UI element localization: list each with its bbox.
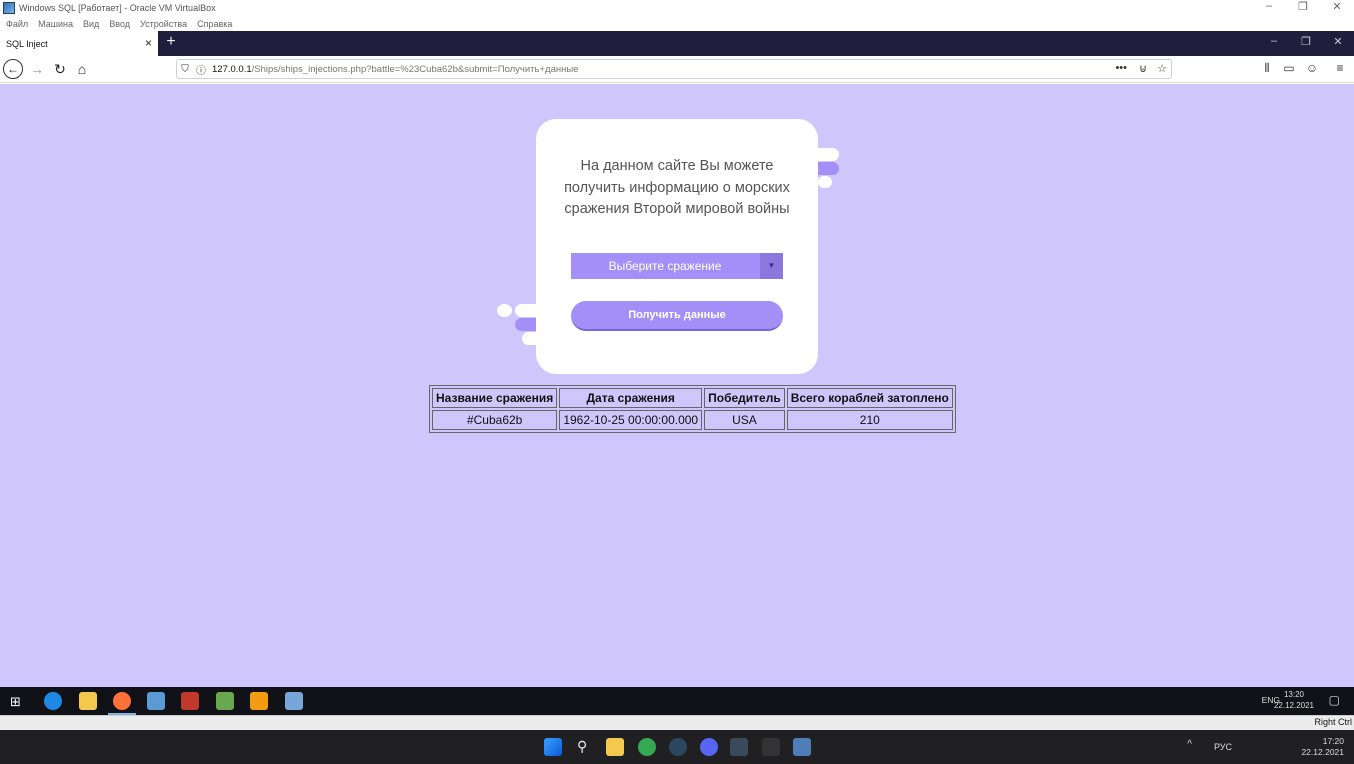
new-tab-icon[interactable]: + (162, 33, 180, 51)
shield-icon[interactable]: ⛉ (177, 64, 193, 75)
column-header: Название сражения (432, 388, 558, 408)
firefox-icon[interactable] (113, 692, 131, 710)
table-cell: 1962-10-25 00:00:00.000 (559, 410, 703, 430)
tray-clock[interactable]: 13:20 22.12.2021 (1274, 689, 1314, 711)
file-explorer-icon[interactable] (79, 692, 97, 710)
windows-start-icon[interactable] (544, 738, 562, 756)
app-icon[interactable] (285, 692, 303, 710)
sql-server-icon[interactable] (147, 692, 165, 710)
sidebar-icon[interactable]: ▭ (1280, 61, 1298, 75)
browser-tab-bar: SQL Inject × + – ❐ ✕ (0, 31, 1354, 56)
close-icon[interactable]: ✕ (1320, 0, 1354, 13)
dropdown-arrow-icon[interactable]: ▼ (760, 253, 783, 279)
tray-date: 22.12.2021 (1273, 701, 1314, 710)
info-icon[interactable]: ⓘ (193, 62, 209, 77)
menu-devices[interactable]: Устройства (140, 19, 187, 29)
browser-nav-bar: ← → ↻ ⌂ ⛉ ⓘ 127.0.0.1 /Ships/ships_injec… (0, 56, 1354, 83)
restore-icon[interactable]: ❐ (1286, 0, 1320, 13)
tray-time: 13:20 (1283, 690, 1304, 699)
virtualbox-icon[interactable] (793, 738, 811, 756)
tab-sql-inject[interactable]: SQL Inject × (0, 31, 158, 56)
chevron-up-icon[interactable]: ^ (1187, 739, 1192, 750)
table-cell: #Cuba62b (432, 410, 558, 430)
host-date: 22.12.2021 (1301, 747, 1344, 757)
host-clock[interactable]: 17:20 22.12.2021 (1301, 736, 1344, 758)
tab-close-icon[interactable]: × (145, 37, 152, 49)
virtualbox-cube-icon[interactable] (730, 738, 748, 756)
url-path: /Ships/ships_injections.php?battle=%23Cu… (251, 63, 579, 75)
host-language[interactable]: РУС (1214, 742, 1232, 752)
decor-pill (818, 176, 832, 188)
pocket-icon[interactable]: ⊍ (1139, 62, 1147, 75)
url-host: 127.0.0.1 (212, 63, 252, 75)
battle-select[interactable]: Выберите сражение ▼ (571, 253, 783, 279)
back-icon[interactable]: ← (3, 59, 23, 79)
search-icon[interactable]: ⚲ (577, 738, 587, 755)
vbox-menu-bar: Файл Машина Вид Ввод Устройства Справка (0, 16, 1354, 31)
decor-dot (497, 304, 512, 317)
menu-view[interactable]: Вид (83, 19, 99, 29)
file-explorer-icon[interactable] (606, 738, 624, 756)
intro-text: На данном сайте Вы можете получить инфор… (564, 158, 790, 217)
menu-icon[interactable]: ≡ (1331, 61, 1349, 75)
table-header-row: Название сражения Дата сражения Победите… (432, 388, 953, 408)
column-header: Победитель (704, 388, 785, 408)
menu-input[interactable]: Ввод (109, 19, 130, 29)
vbox-window-title: Windows SQL [Работает] - Oracle VM Virtu… (19, 3, 216, 13)
discord-icon[interactable] (700, 738, 718, 756)
results-table: Название сражения Дата сражения Победите… (429, 385, 956, 433)
epic-games-icon[interactable] (762, 738, 780, 756)
guest-taskbar: ⊞ ENG 13:20 22.12.2021 ▢ (0, 687, 1354, 715)
sublime-text-icon[interactable] (250, 692, 268, 710)
page-actions-icon[interactable]: ••• (1115, 62, 1127, 74)
page-content: На данном сайте Вы можете получить инфор… (0, 84, 1354, 687)
column-header: Всего кораблей затоплено (786, 388, 953, 408)
browser-minimize-icon[interactable]: – (1264, 35, 1284, 47)
steam-icon[interactable] (669, 738, 687, 756)
battle-select-value: Выберите сражение (608, 259, 722, 273)
vbox-status-bar: Right Ctrl (0, 715, 1354, 730)
home-icon[interactable]: ⌂ (72, 59, 92, 79)
bookmark-star-icon[interactable]: ☆ (1157, 62, 1167, 75)
internet-explorer-icon[interactable] (44, 692, 62, 710)
column-header: Дата сражения (559, 388, 703, 408)
account-icon[interactable]: ☺ (1303, 61, 1321, 75)
app-icon[interactable] (181, 692, 199, 710)
host-key-label: Right Ctrl (1314, 717, 1352, 727)
browser-close-icon[interactable]: ✕ (1328, 35, 1348, 48)
minimize-icon[interactable]: – (1252, 0, 1286, 12)
forward-icon[interactable]: → (27, 59, 47, 79)
table-cell: 210 (786, 410, 953, 430)
reload-icon[interactable]: ↻ (50, 59, 70, 79)
notepad-plus-icon[interactable] (216, 692, 234, 710)
chrome-icon[interactable] (638, 738, 656, 756)
host-taskbar: ⚲ ^ РУС 17:20 22.12.2021 (0, 730, 1354, 764)
tab-title: SQL Inject (6, 38, 48, 49)
url-bar[interactable]: ⛉ ⓘ 127.0.0.1 /Ships/ships_injections.ph… (176, 59, 1172, 79)
host-time: 17:20 (1322, 736, 1344, 746)
menu-machine[interactable]: Машина (38, 19, 73, 29)
table-cell: USA (704, 410, 785, 430)
notification-icon[interactable]: ▢ (1329, 693, 1340, 707)
search-card: На данном сайте Вы можете получить инфор… (536, 119, 818, 374)
vbox-title-bar: Windows SQL [Работает] - Oracle VM Virtu… (0, 0, 1354, 16)
library-icon[interactable]: ⫴ (1258, 61, 1276, 76)
menu-help[interactable]: Справка (197, 19, 232, 29)
menu-file[interactable]: Файл (6, 19, 28, 29)
table-row: #Cuba62b 1962-10-25 00:00:00.000 USA 210 (432, 410, 953, 430)
browser-maximize-icon[interactable]: ❐ (1296, 35, 1316, 48)
windows-start-icon[interactable]: ⊞ (10, 694, 21, 710)
get-data-button[interactable]: Получить данные (571, 301, 783, 331)
virtualbox-icon (3, 2, 15, 14)
